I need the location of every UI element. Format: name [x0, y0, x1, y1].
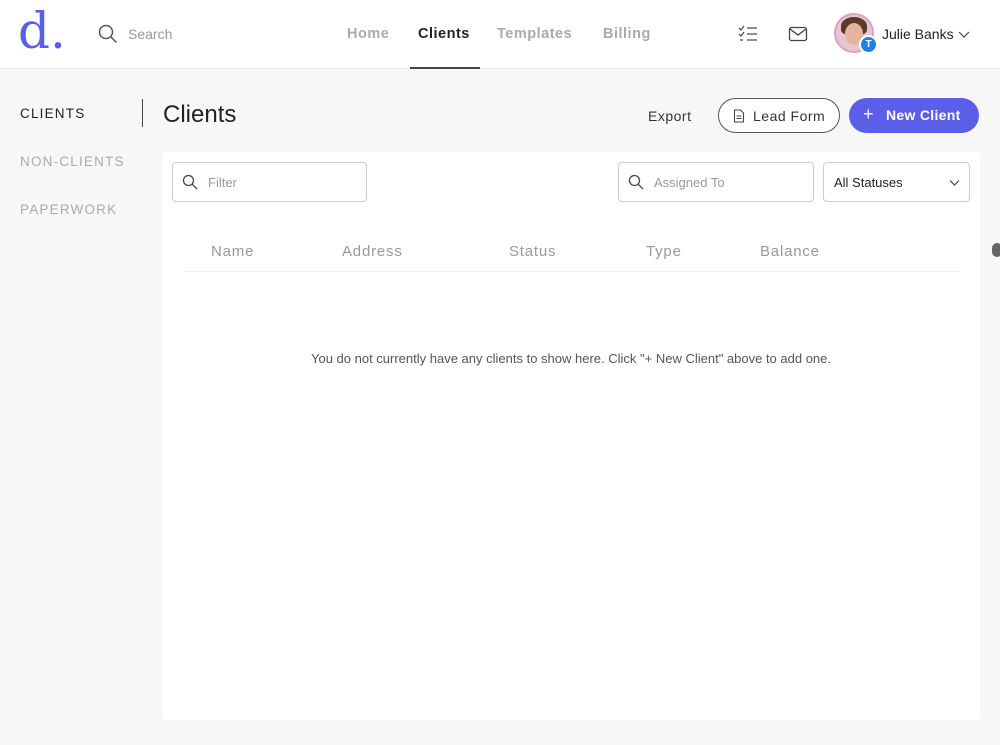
assigned-to-placeholder: Assigned To	[654, 175, 725, 190]
nav-clients[interactable]: Clients	[418, 26, 470, 42]
search-icon	[628, 174, 644, 190]
column-header-status[interactable]: Status	[509, 243, 556, 260]
nav-templates[interactable]: Templates	[497, 26, 572, 42]
search-icon	[182, 174, 198, 190]
plus-icon: +	[863, 104, 874, 124]
sidebar-item-clients[interactable]: CLIENTS	[20, 106, 85, 121]
divider	[142, 99, 143, 127]
search-icon[interactable]	[98, 24, 118, 44]
export-button[interactable]: Export	[648, 108, 691, 124]
chevron-down-icon	[949, 180, 960, 186]
app-logo[interactable]: d.	[18, 6, 66, 56]
nav-home[interactable]: Home	[347, 26, 389, 42]
tasks-checklist-icon[interactable]	[738, 25, 758, 43]
table-header-divider	[184, 271, 960, 272]
column-header-type[interactable]: Type	[646, 243, 682, 260]
mail-icon[interactable]	[788, 26, 808, 42]
column-header-name[interactable]: Name	[211, 243, 254, 260]
sidebar-item-non-clients[interactable]: NON-CLIENTS	[20, 154, 125, 169]
chevron-down-icon[interactable]	[958, 29, 970, 39]
clients-panel: Filter Assigned To All Statuses Name Add…	[162, 152, 980, 720]
assigned-to-input[interactable]: Assigned To	[618, 162, 814, 202]
status-select[interactable]: All Statuses	[823, 162, 970, 202]
document-icon	[733, 109, 745, 123]
global-search-input[interactable]: Search	[128, 26, 172, 42]
scrollbar-handle[interactable]	[992, 243, 1000, 257]
status-select-value: All Statuses	[834, 175, 903, 190]
lead-form-button[interactable]: Lead Form	[718, 98, 840, 133]
new-client-label: New Client	[886, 107, 961, 123]
sidebar-item-paperwork[interactable]: PAPERWORK	[20, 202, 117, 217]
nav-billing[interactable]: Billing	[603, 26, 651, 42]
active-tab-indicator	[410, 67, 480, 69]
column-header-address[interactable]: Address	[342, 243, 403, 260]
page-title: Clients	[163, 101, 237, 128]
filter-input[interactable]: Filter	[172, 162, 367, 202]
column-header-balance[interactable]: Balance	[760, 243, 820, 260]
empty-state-message: You do not currently have any clients to…	[310, 351, 832, 366]
filter-placeholder: Filter	[208, 175, 237, 190]
user-name[interactable]: Julie Banks	[882, 26, 954, 42]
user-initial-badge: T	[859, 35, 878, 54]
lead-form-label: Lead Form	[753, 108, 826, 124]
new-client-button[interactable]: + New Client	[849, 98, 979, 133]
top-navigation-bar: d. Search Home Clients Templates Billing…	[0, 0, 1000, 69]
